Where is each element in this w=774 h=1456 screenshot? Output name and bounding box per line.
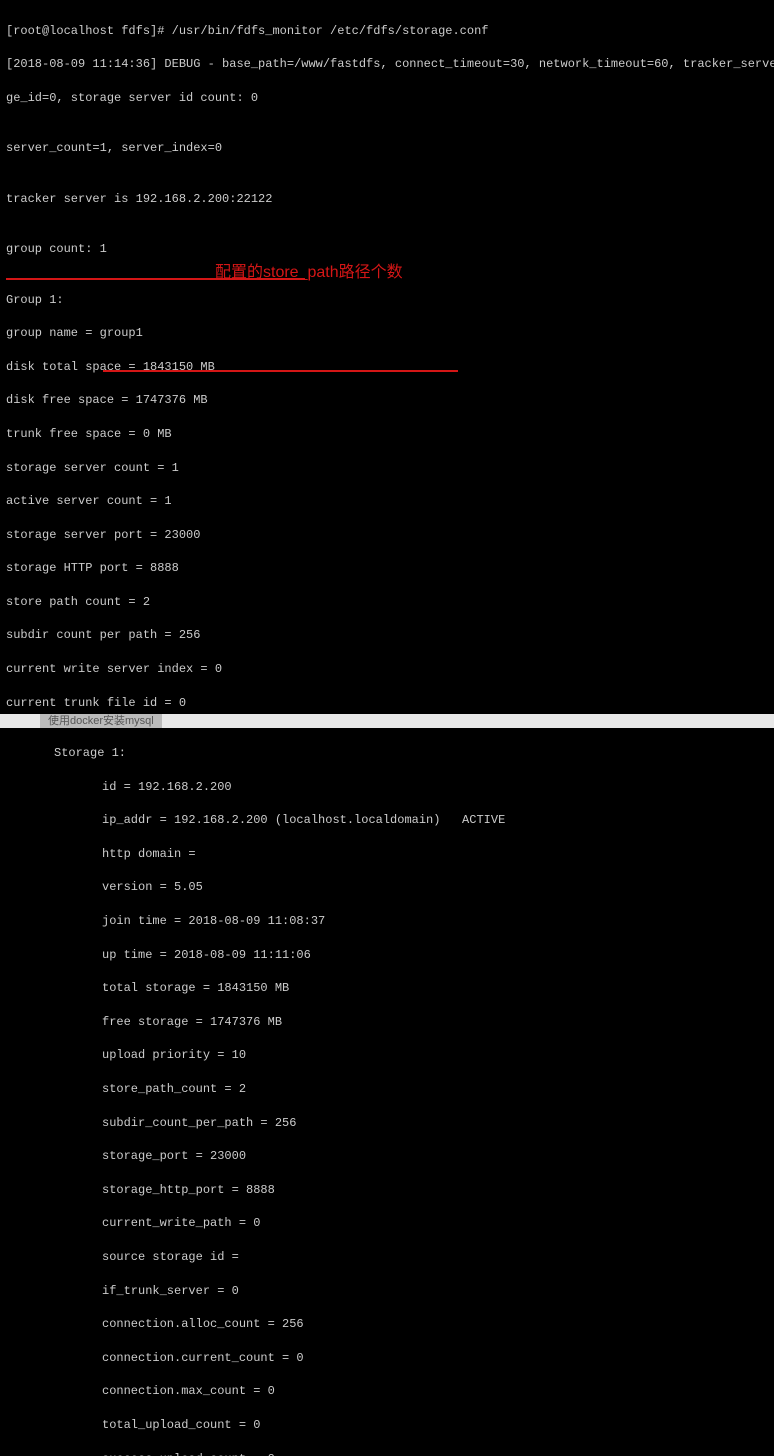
- storage-httpdomain: http domain =: [6, 846, 768, 863]
- storage-id: id = 192.168.2.200: [6, 779, 768, 796]
- group-count-line: group count: 1: [6, 241, 768, 258]
- storage-ipaddr: ip_addr = 192.168.2.200 (localhost.local…: [6, 812, 768, 829]
- storage-if-trunk: if_trunk_server = 0: [6, 1283, 768, 1300]
- bottom-tab[interactable]: 使用docker安装mysql: [40, 714, 162, 728]
- debug-line: [2018-08-09 11:14:36] DEBUG - base_path=…: [6, 56, 768, 73]
- group1-header: Group 1:: [6, 292, 768, 309]
- storage1-header: Storage 1:: [6, 745, 768, 762]
- trunk-free: trunk free space = 0 MB: [6, 426, 768, 443]
- subdir-count: subdir count per path = 256: [6, 627, 768, 644]
- storage-source-id: source storage id =: [6, 1249, 768, 1266]
- disk-total: disk total space = 1843150 MB: [6, 359, 768, 376]
- total-upload: total_upload_count = 0: [6, 1417, 768, 1434]
- current-write: current write server index = 0: [6, 661, 768, 678]
- storage-free: free storage = 1747376 MB: [6, 1014, 768, 1031]
- tracker-line: tracker server is 192.168.2.200:22122: [6, 191, 768, 208]
- conn-alloc: connection.alloc_count = 256: [6, 1316, 768, 1333]
- storage-http-port: storage HTTP port = 8888: [6, 560, 768, 577]
- storage-current-write: current_write_path = 0: [6, 1215, 768, 1232]
- disk-free: disk free space = 1747376 MB: [6, 392, 768, 409]
- storage-version: version = 5.05: [6, 879, 768, 896]
- conn-max: connection.max_count = 0: [6, 1383, 768, 1400]
- group-name: group name = group1: [6, 325, 768, 342]
- storage-path-count: store_path_count = 2: [6, 1081, 768, 1098]
- storage-http-port: storage_http_port = 8888: [6, 1182, 768, 1199]
- bottom-bar: 使用docker安装mysql: [0, 714, 774, 728]
- storage-uptime: up time = 2018-08-09 11:11:06: [6, 947, 768, 964]
- terminal-output[interactable]: [root@localhost fdfs]# /usr/bin/fdfs_mon…: [6, 6, 768, 1456]
- storage-port: storage_port = 23000: [6, 1148, 768, 1165]
- storage-server-count: storage server count = 1: [6, 460, 768, 477]
- success-upload: success_upload_count = 0: [6, 1451, 768, 1456]
- prompt-line: [root@localhost fdfs]# /usr/bin/fdfs_mon…: [6, 23, 768, 40]
- debug-cont: ge_id=0, storage server id count: 0: [6, 90, 768, 107]
- storage-jointime: join time = 2018-08-09 11:08:37: [6, 913, 768, 930]
- storage-upload-priority: upload priority = 10: [6, 1047, 768, 1064]
- server-count-line: server_count=1, server_index=0: [6, 140, 768, 157]
- current-trunk: current trunk file id = 0: [6, 695, 768, 712]
- store-path-count: store path count = 2: [6, 594, 768, 611]
- storage-subdir-count: subdir_count_per_path = 256: [6, 1115, 768, 1132]
- active-server-count: active server count = 1: [6, 493, 768, 510]
- storage-total: total storage = 1843150 MB: [6, 980, 768, 997]
- storage-server-port: storage server port = 23000: [6, 527, 768, 544]
- conn-current: connection.current_count = 0: [6, 1350, 768, 1367]
